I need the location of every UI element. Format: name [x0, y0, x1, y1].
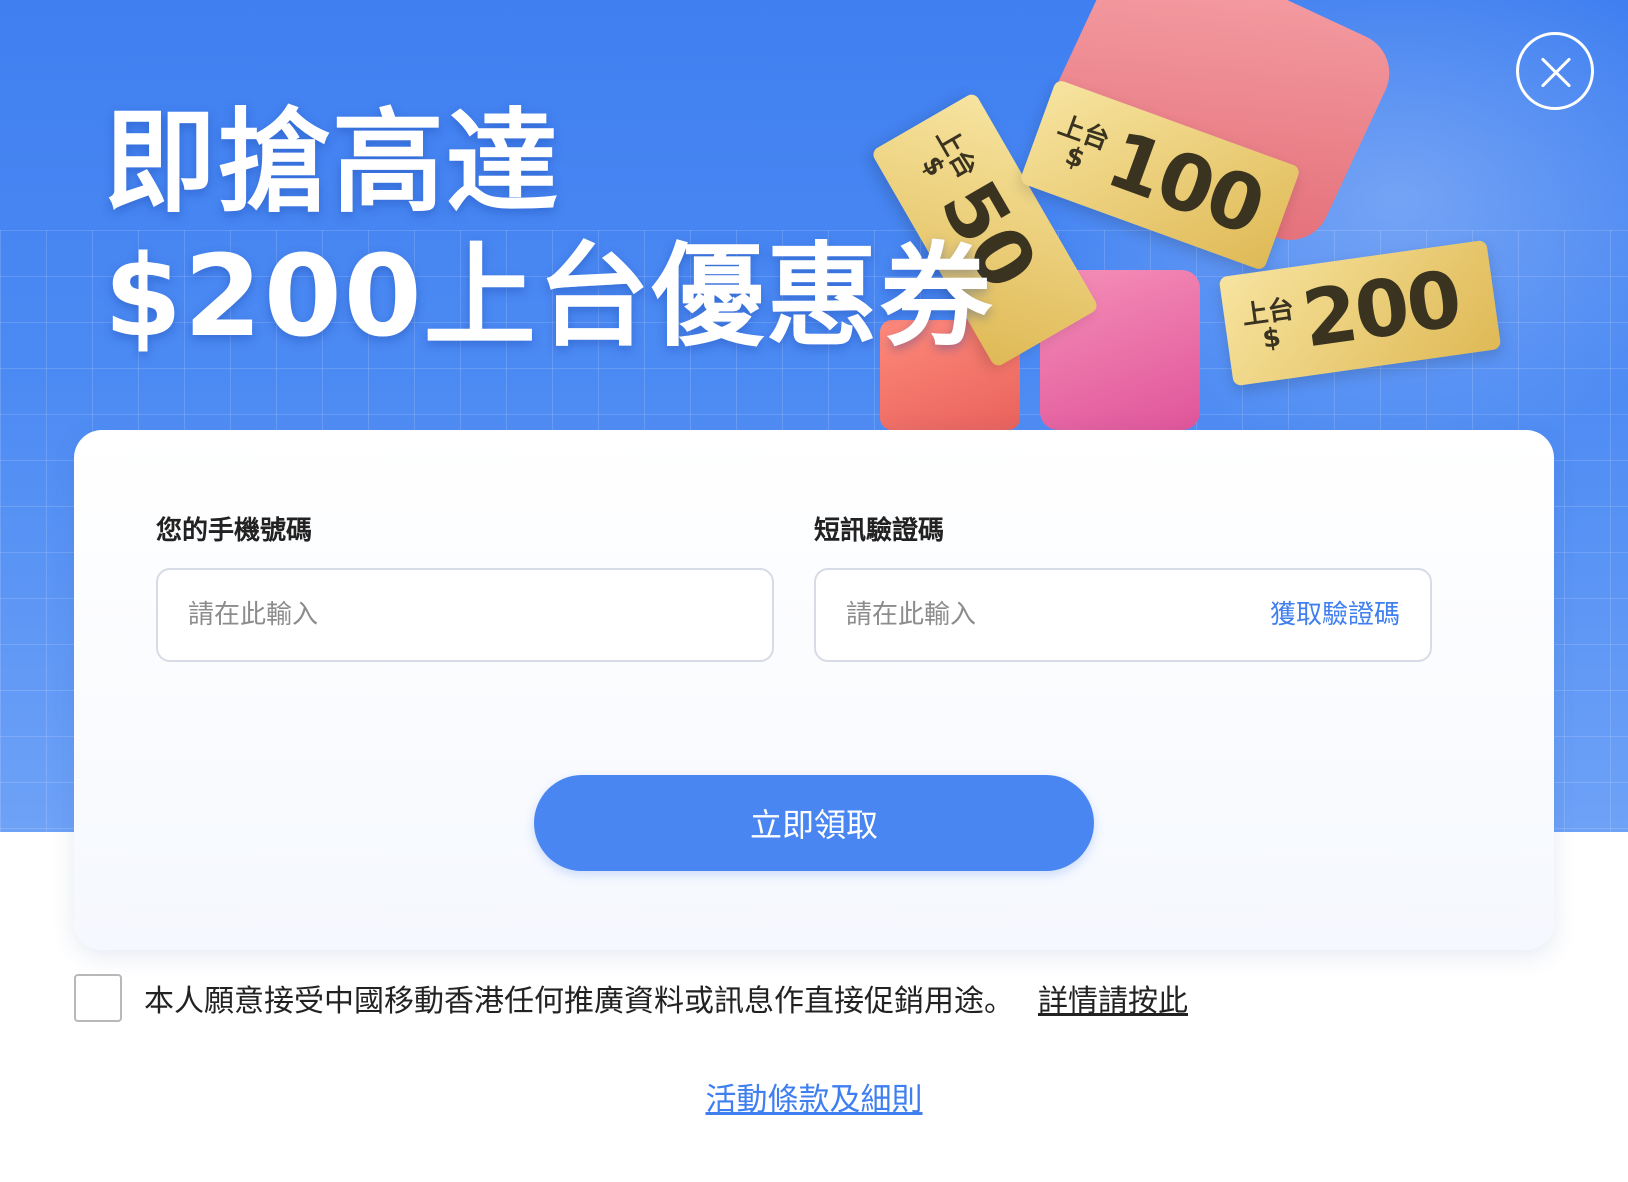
consent-text: 本人願意接受中國移動香港任何推廣資料或訊息作直接促銷用途。	[144, 984, 1014, 1019]
sms-code-label: 短訊驗證碼	[814, 516, 945, 546]
close-icon[interactable]	[1516, 32, 1594, 110]
ticket-currency: $	[1260, 322, 1283, 355]
headline-line-1: 即搶高達	[104, 98, 560, 228]
get-code-button[interactable]: 獲取驗證碼	[1270, 570, 1400, 660]
ticket-amount: 200	[1297, 254, 1466, 366]
headline-line-2: $200上台優惠券	[104, 232, 994, 362]
phone-input[interactable]	[188, 570, 628, 660]
terms-link[interactable]: 活動條款及細則	[0, 1074, 1628, 1119]
promo-modal: 上台 $ 50 上台 $ 100 上台 $ 200 即搶高達 $200上台優惠券 您的…	[0, 0, 1628, 1182]
ticket-currency: $	[1061, 140, 1089, 175]
form-card: 您的手機號碼 短訊驗證碼 獲取驗證碼 立即領取	[74, 430, 1554, 950]
phone-field[interactable]	[156, 568, 774, 662]
consent-details-link[interactable]: 詳情請按此	[1038, 976, 1188, 1020]
phone-label: 您的手機號碼	[156, 516, 313, 546]
consent-row: 本人願意接受中國移動香港任何推廣資料或訊息作直接促銷用途。 詳情請按此	[74, 974, 1188, 1022]
claim-button[interactable]: 立即領取	[534, 775, 1094, 871]
sms-code-field[interactable]: 獲取驗證碼	[814, 568, 1432, 662]
promo-headline: 即搶高達 $200上台優惠券	[104, 96, 994, 364]
sms-code-input[interactable]	[846, 570, 1286, 660]
consent-checkbox[interactable]	[74, 974, 122, 1022]
